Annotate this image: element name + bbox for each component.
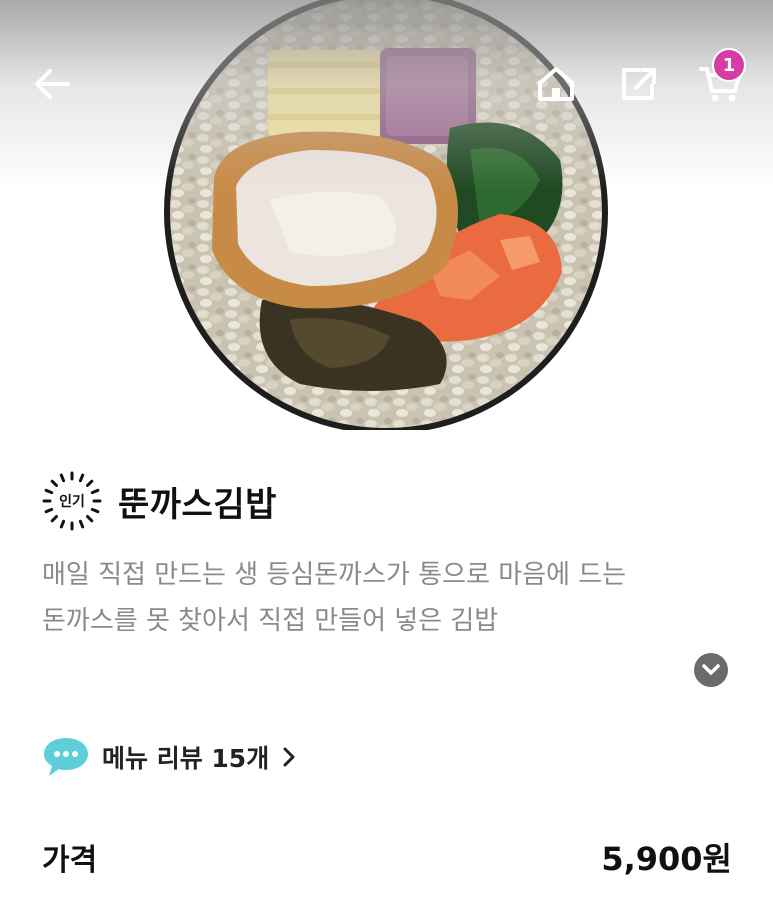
back-button[interactable]	[28, 60, 76, 108]
chevron-right-icon	[283, 747, 295, 767]
speech-bubble-icon	[44, 738, 88, 776]
back-arrow-icon	[35, 69, 70, 99]
chevron-down-icon	[702, 664, 720, 675]
product-description: 매일 직접 만드는 생 등심돈까스가 통으로 마음에 드는 돈까스를 못 찾아서…	[42, 560, 627, 636]
cart-button[interactable]: 1	[696, 48, 746, 108]
description-expand-button[interactable]	[694, 653, 728, 687]
price-label: 가격	[42, 843, 98, 878]
price-row: 가격 5,900원	[42, 832, 732, 882]
price-value: 5,900원	[601, 840, 732, 878]
home-icon	[538, 67, 574, 101]
home-button[interactable]	[532, 60, 580, 108]
menu-review-label: 메뉴 리뷰 15개	[102, 744, 270, 773]
product-name: 뚠까스김밥	[118, 484, 277, 525]
menu-review-link[interactable]: 메뉴 리뷰 15개	[42, 734, 295, 780]
popular-badge-label: 인기	[59, 494, 85, 510]
product-title-row: 인기 뚠까스김밥	[40, 468, 277, 534]
product-detail-page: 1 인기 뚠까스김밥 매일 직접 만드는 생 등심돈까스가 통으로 마음에 드는…	[0, 0, 773, 914]
cart-count-badge: 1	[712, 48, 746, 82]
share-button[interactable]	[615, 60, 663, 108]
share-icon	[622, 68, 656, 100]
popular-badge: 인기	[40, 469, 104, 533]
